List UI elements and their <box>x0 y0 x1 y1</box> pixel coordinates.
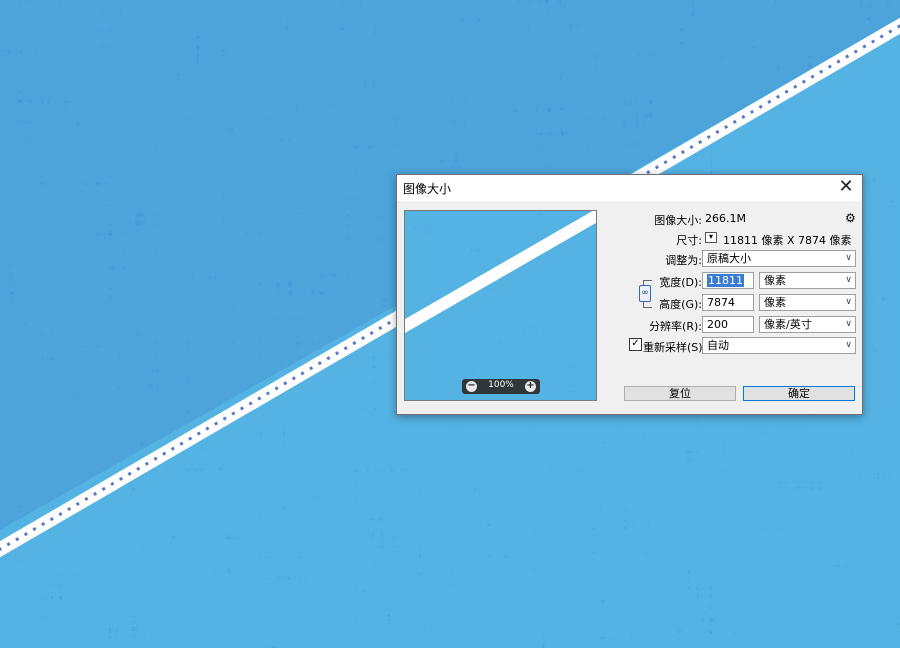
height-unit-select[interactable]: 像素 ∨ <box>759 294 856 311</box>
zoom-out-icon[interactable]: − <box>466 381 477 392</box>
width-input[interactable]: 11811 <box>702 272 754 289</box>
dialog-titlebar: 图像大小 ✕ <box>397 175 862 201</box>
width-unit-value: 像素 <box>764 274 786 287</box>
resolution-input[interactable]: 200 <box>702 316 754 333</box>
chevron-down-icon: ∨ <box>845 297 852 307</box>
image-size-value: 266.1M <box>705 212 746 225</box>
height-label: 高度(G): <box>659 298 702 311</box>
chevron-down-icon: ∨ <box>845 275 852 285</box>
image-size-dialog: 图像大小 ✕ − 100% + 图像大小: 266.1M ⚙ 尺寸: ▾ 118… <box>396 174 863 415</box>
height-input[interactable]: 7874 <box>702 294 754 311</box>
fit-to-value: 原稿大小 <box>707 252 751 265</box>
image-preview[interactable]: − 100% + <box>404 210 597 401</box>
width-label: 宽度(D): <box>659 276 702 289</box>
dialog-title: 图像大小 <box>403 182 452 196</box>
resolution-value: 200 <box>707 318 728 331</box>
resample-checkbox[interactable]: ✓ <box>629 338 642 351</box>
zoom-level: 100% <box>488 380 514 390</box>
fit-to-label: 调整为: <box>665 254 702 267</box>
width-value: 11811 <box>707 274 744 287</box>
close-icon[interactable]: ✕ <box>836 178 856 198</box>
chevron-down-icon: ∨ <box>845 253 852 263</box>
chevron-down-icon: ∨ <box>845 319 852 329</box>
resample-value: 自动 <box>707 339 729 352</box>
dimensions-dropdown-toggle[interactable]: ▾ <box>705 232 717 243</box>
reset-button[interactable]: 复位 <box>624 386 736 401</box>
resample-label: 重新采样(S): <box>643 341 707 354</box>
dimensions-label: 尺寸: <box>676 234 702 247</box>
preview-zoom-bar: − 100% + <box>462 379 540 394</box>
ok-button[interactable]: 确定 <box>743 386 855 401</box>
height-unit-value: 像素 <box>764 296 786 309</box>
height-value: 7874 <box>707 296 735 309</box>
fit-to-select[interactable]: 原稿大小 ∨ <box>702 250 856 267</box>
resample-select[interactable]: 自动 ∨ <box>702 337 856 354</box>
chevron-down-icon: ∨ <box>845 340 852 350</box>
resolution-label: 分辨率(R): <box>649 320 702 333</box>
gear-icon[interactable]: ⚙ <box>845 211 856 225</box>
resolution-unit-value: 像素/英寸 <box>764 318 812 331</box>
width-unit-select[interactable]: 像素 ∨ <box>759 272 856 289</box>
image-size-label: 图像大小: <box>654 214 702 227</box>
resolution-unit-select[interactable]: 像素/英寸 ∨ <box>759 316 856 333</box>
zoom-in-icon[interactable]: + <box>525 381 536 392</box>
dimensions-value: 11811 像素 X 7874 像素 <box>723 234 852 247</box>
